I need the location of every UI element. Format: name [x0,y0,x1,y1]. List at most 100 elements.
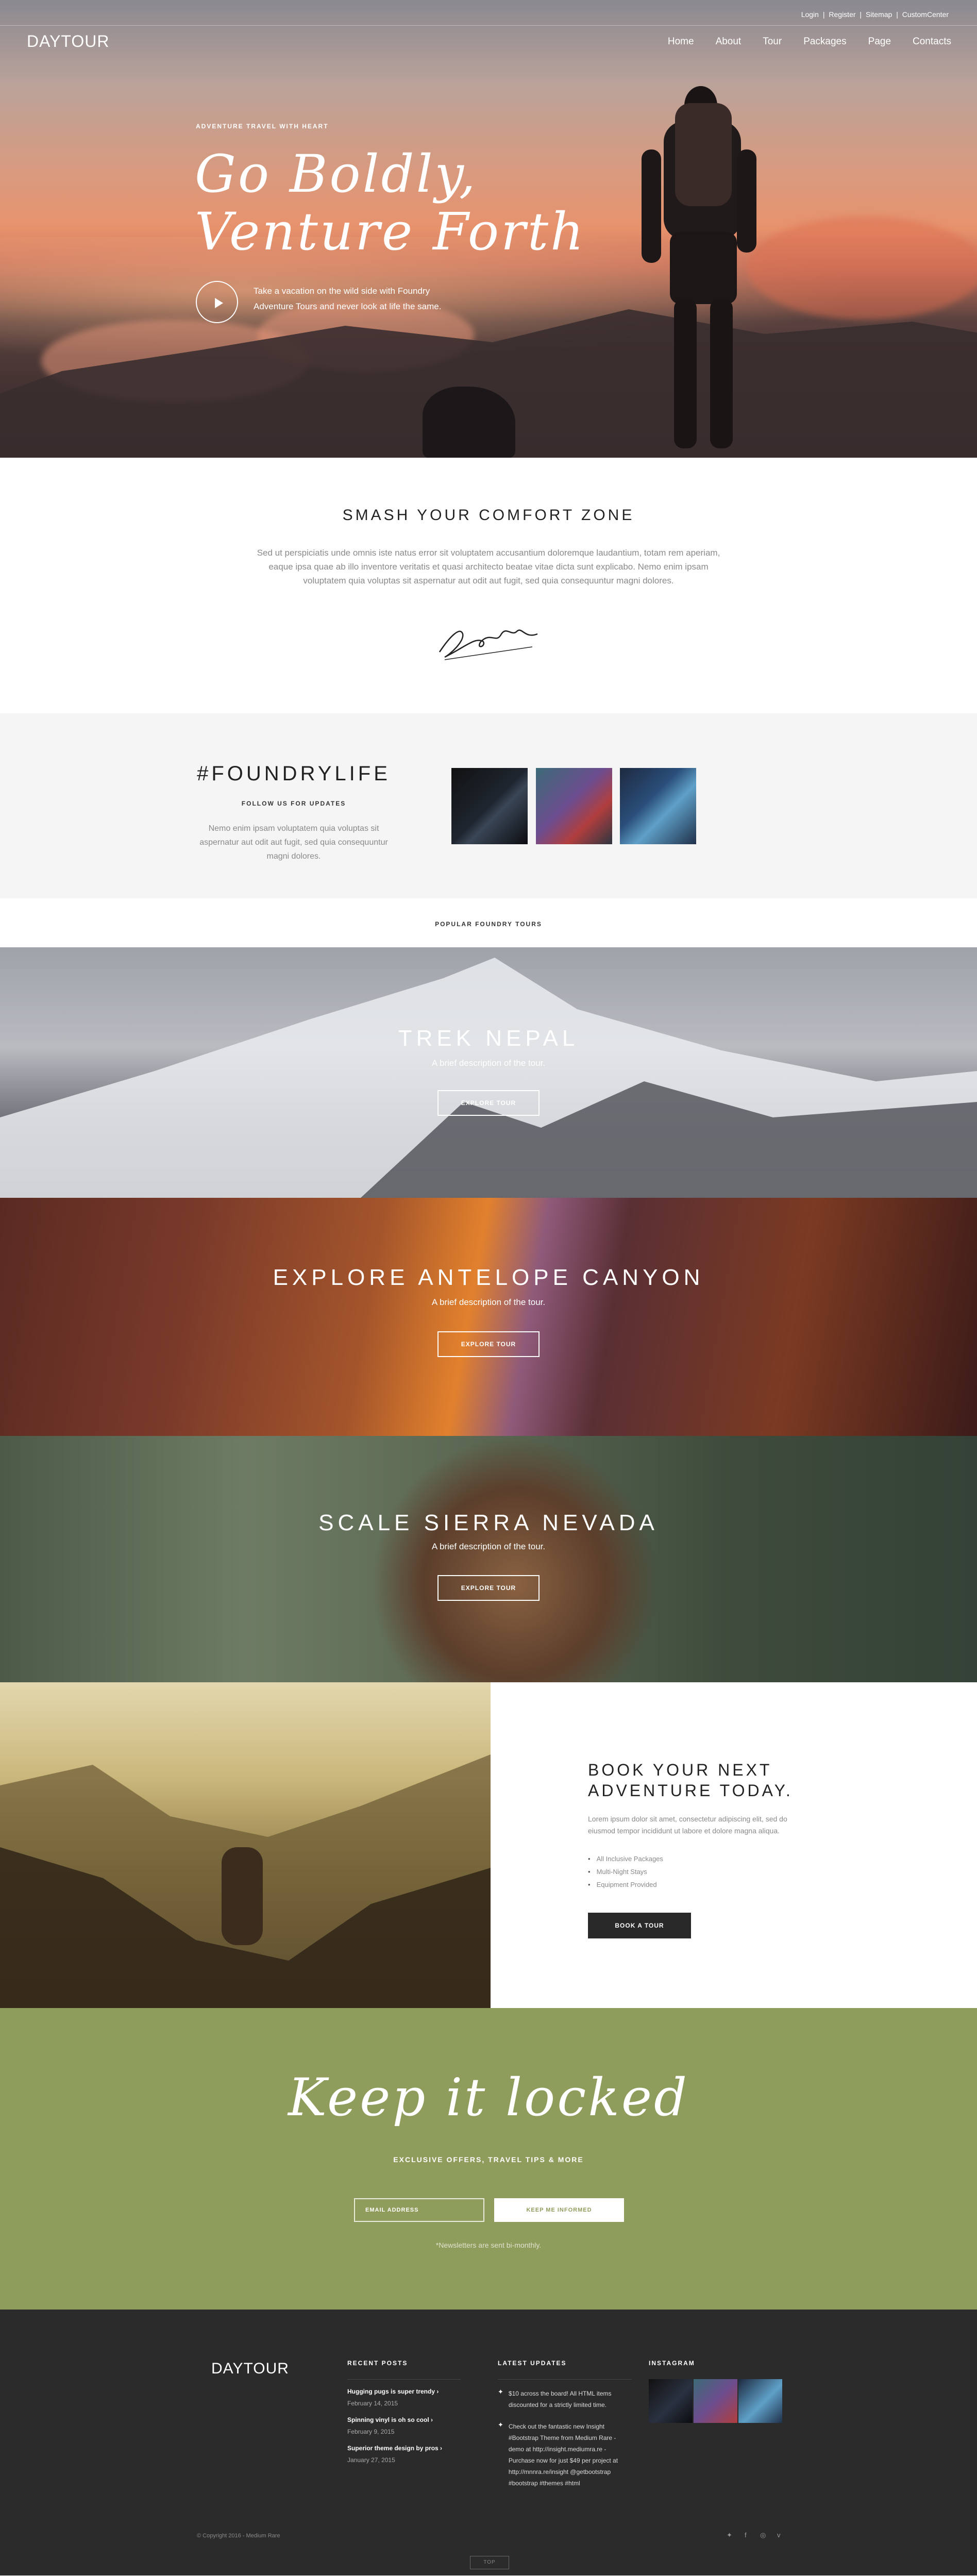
footer: DAYTOUR RECENT POSTS Hugging pugs is sup… [0,2310,977,2575]
tour-title: EXPLORE ANTELOPE CANYON [273,1265,704,1290]
book-title-line: ADVENTURE TODAY. [588,1781,793,1800]
tweet-text: $10 across the board! All HTML items dis… [508,2390,612,2408]
list-item: Multi-Night Stays [588,1865,815,1878]
twitter-icon[interactable]: ✦ [727,2531,732,2539]
email-field[interactable]: EMAIL ADDRESS [354,2198,484,2222]
site-logo[interactable]: DAYTOUR [27,32,110,51]
newsletter-note: *Newsletters are sent bi-monthly. [435,2241,542,2249]
post-link[interactable]: Hugging pugs is super trendy [347,2388,461,2395]
login-link[interactable]: Login [801,10,819,19]
book-title-line: BOOK YOUR NEXT [588,1761,772,1779]
foundry-text: Nemo enim ipsam voluptatem quia voluptas… [199,824,388,861]
list-item: Superior theme design by pros January 27… [347,2445,461,2464]
play-video-button[interactable] [196,281,238,323]
hero-title-line: Go Boldly, [195,144,478,204]
explore-tour-button[interactable]: EXPLORE TOUR [437,1331,540,1357]
tweet: ✦ $10 across the board! All HTML items d… [498,2388,632,2411]
post-date: February 14, 2015 [347,2400,398,2407]
top-links: Login | Register | Sitemap | CustomCente… [799,10,949,19]
back-to-top-button[interactable]: TOP [470,2556,509,2569]
separator: | [860,10,862,19]
instagram-thumbnail[interactable] [620,768,696,844]
latest-updates: ✦ $10 across the board! All HTML items d… [498,2379,632,2499]
post-link[interactable]: Superior theme design by pros [347,2445,461,2452]
list-item: Equipment Provided [588,1878,815,1891]
nav-contacts[interactable]: Contacts [913,36,951,47]
hiker-silhouette [642,86,756,448]
mountain-illustration [0,1754,491,2008]
footer-logo[interactable]: DAYTOUR [211,2360,289,2378]
hero-rocks [423,387,515,458]
book-title: BOOK YOUR NEXT ADVENTURE TODAY. [588,1760,815,1801]
newsletter-subtitle: EXCLUSIVE OFFERS, TRAVEL TIPS & MORE [393,2155,584,2164]
tour-antelope-canyon: EXPLORE ANTELOPE CANYON A brief descript… [0,1198,977,1436]
hero-title: Go Boldly, Venture Forth [195,145,586,261]
twitter-icon: ✦ [498,2421,503,2429]
explore-tour-button[interactable]: EXPLORE TOUR [437,1090,540,1116]
latest-updates-heading: LATEST UPDATES [498,2360,567,2367]
nav-packages[interactable]: Packages [803,36,846,47]
book-features-list: All Inclusive Packages Multi-Night Stays… [588,1852,815,1891]
tweet-text: Check out the fantastic new Insight #Boo… [508,2423,618,2487]
comfort-title: SMASH YOUR COMFORT ZONE [342,507,635,524]
list-item: Spinning vinyl is oh so cool February 9,… [347,2416,461,2435]
comfort-text: Sed ut perspiciatis unde omnis iste natu… [257,548,720,586]
foundry-title: #FOUNDRYLIFE [197,762,391,785]
post-link[interactable]: Spinning vinyl is oh so cool [347,2416,461,2423]
tour-title: TREK NEPAL [398,1026,579,1051]
nav-about[interactable]: About [716,36,742,47]
book-section: BOOK YOUR NEXT ADVENTURE TODAY. Lorem ip… [0,1682,977,2008]
tour-description: A brief description of the tour. [431,1058,546,1068]
list-item: All Inclusive Packages [588,1852,815,1865]
tour-sierra-nevada: SCALE SIERRA NEVADA A brief description … [0,1436,977,1682]
newsletter-title: Keep it locked [288,2067,689,2128]
separator: | [896,10,898,19]
recent-posts: Hugging pugs is super trendy February 14… [347,2379,461,2473]
follow-label: FOLLOW US FOR UPDATES [241,800,346,807]
tour-trek-nepal: TREK NEPAL A brief description of the to… [0,947,977,1198]
instagram-thumbnail[interactable] [536,768,612,844]
tour-description: A brief description of the tour. [431,1297,546,1307]
recent-posts-heading: RECENT POSTS [347,2360,408,2367]
instagram-icon[interactable]: ◎ [760,2531,766,2539]
hiker-hair-image [371,1436,660,1682]
separator: | [822,10,825,19]
hero-title-line: Venture Forth [195,202,586,262]
nepal-mountain-image [0,958,977,1198]
copyright: © Copyright 2016 - Medium Rare [197,2533,280,2539]
facebook-icon[interactable]: f [745,2531,747,2539]
instagram-thumbnail[interactable] [694,2379,737,2423]
book-content: BOOK YOUR NEXT ADVENTURE TODAY. Lorem ip… [588,1760,815,1938]
nav-home[interactable]: Home [668,36,694,47]
vimeo-icon[interactable]: v [777,2531,781,2539]
popular-label: POPULAR FOUNDRY TOURS [435,921,542,928]
tweet: ✦ Check out the fantastic new Insight #B… [498,2421,632,2489]
hero-cloud [747,216,977,320]
mountain-hiker-image [0,1682,491,2008]
instagram-heading: INSTAGRAM [649,2360,695,2367]
foundry-life-section: #FOUNDRYLIFE FOLLOW US FOR UPDATES Nemo … [0,713,977,898]
register-link[interactable]: Register [829,10,855,19]
customcenter-link[interactable]: CustomCenter [902,10,949,19]
explore-tour-button[interactable]: EXPLORE TOUR [437,1575,540,1601]
post-date: February 9, 2015 [347,2428,395,2435]
popular-tours-header: POPULAR FOUNDRY TOURS [0,898,977,947]
twitter-icon: ✦ [498,2388,503,2396]
comfort-section: SMASH YOUR COMFORT ZONE Sed ut perspicia… [0,458,977,713]
tour-title: SCALE SIERRA NEVADA [318,1510,659,1535]
main-nav: Home About Tour Packages Page Contacts [646,36,951,47]
post-date: January 27, 2015 [347,2456,395,2464]
instagram-thumbnail[interactable] [649,2379,693,2423]
keep-me-informed-button[interactable]: KEEP ME INFORMED [494,2198,624,2222]
instagram-thumbnail[interactable] [451,768,528,844]
nav-tour[interactable]: Tour [763,36,782,47]
hero-eyebrow: ADVENTURE TRAVEL WITH HEART [196,123,329,130]
top-bar: Login | Register | Sitemap | CustomCente… [0,0,977,26]
sitemap-link[interactable]: Sitemap [866,10,892,19]
instagram-thumbnail[interactable] [738,2379,782,2423]
tour-description: A brief description of the tour. [431,1542,546,1551]
book-tour-button[interactable]: BOOK A TOUR [588,1913,691,1938]
hero-section: Login | Register | Sitemap | CustomCente… [0,0,977,458]
nav-page[interactable]: Page [868,36,891,47]
hero-description: Take a vacation on the wild side with Fo… [254,286,442,311]
